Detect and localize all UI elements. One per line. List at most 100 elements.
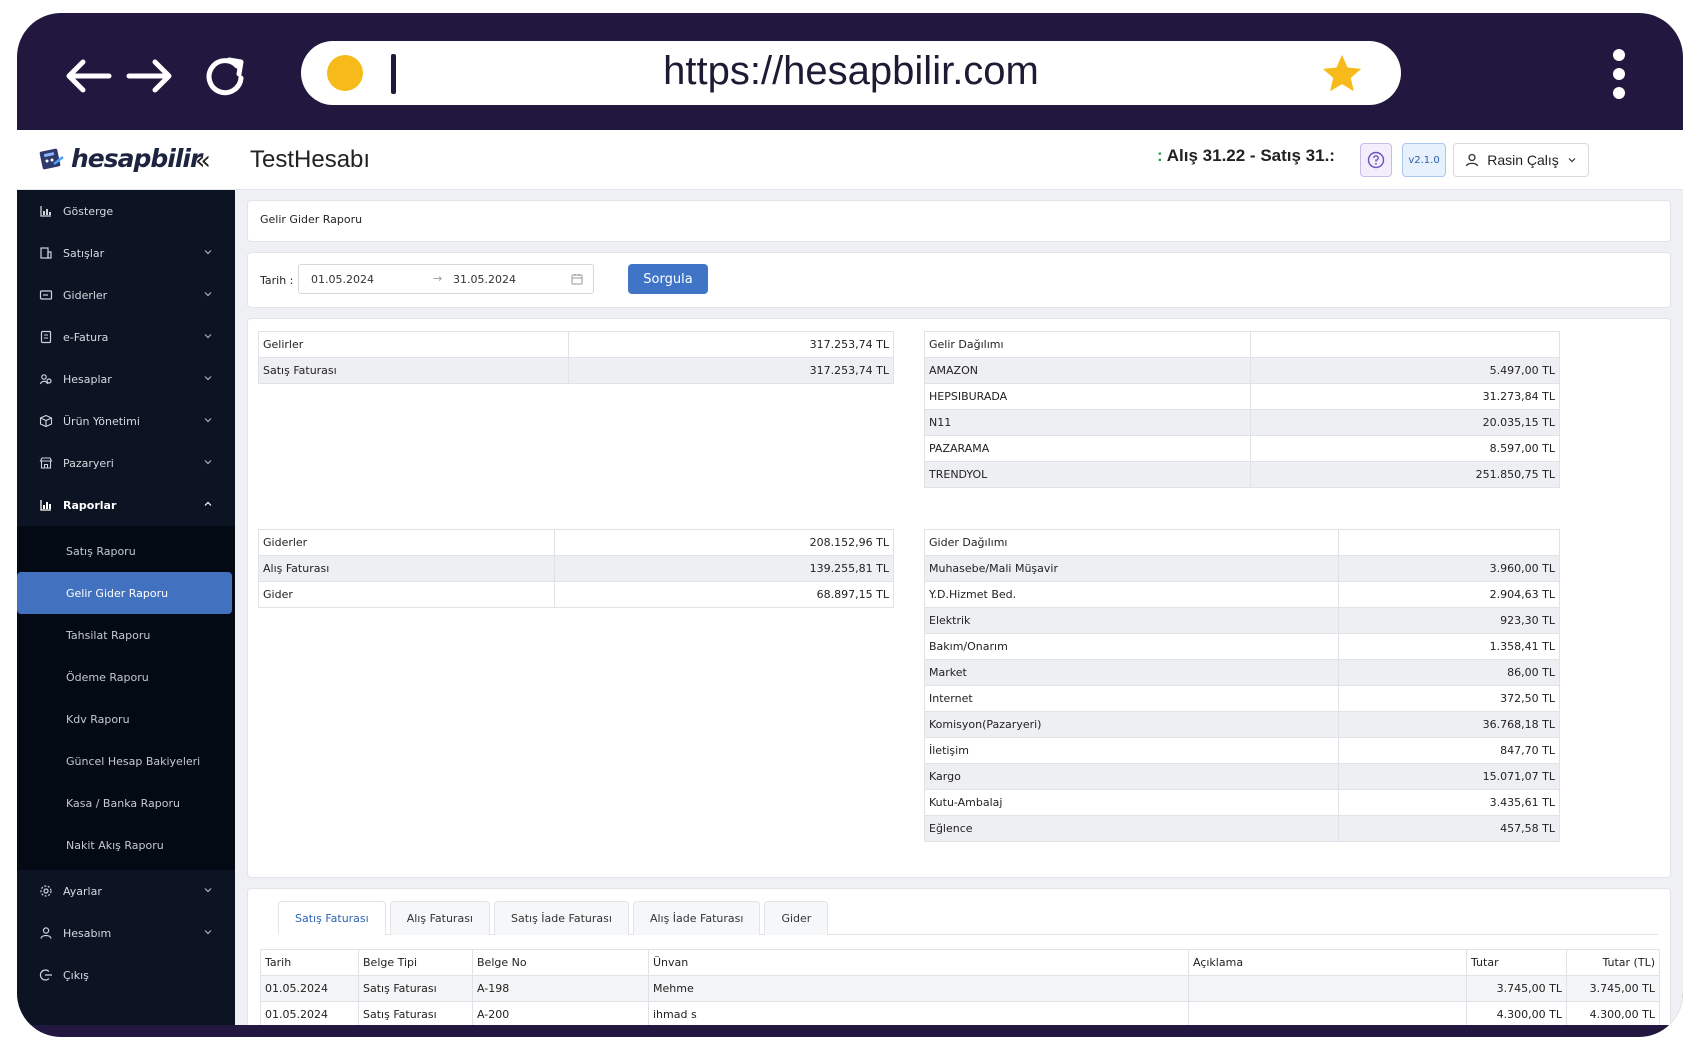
tab-gider[interactable]: Gider: [764, 901, 829, 935]
cell-amount: 4.300,00 TL: [1466, 1001, 1567, 1025]
submenu-tahsilat-raporu[interactable]: Tahsilat Raporu: [17, 614, 235, 656]
address-bar[interactable]: https://hesapbilir.com: [301, 41, 1401, 105]
date-arrow: →: [433, 272, 443, 285]
column-header[interactable]: Belge Tipi: [358, 949, 473, 976]
sidebar-item-label: Hesabım: [63, 926, 112, 940]
cell-doc-type: Satış Faturası: [358, 975, 473, 1002]
calendar-icon[interactable]: [571, 273, 583, 285]
url-text[interactable]: https://hesapbilir.com: [301, 49, 1401, 94]
income-value: 317.253,74 TL: [568, 331, 894, 358]
column-header[interactable]: Tutar: [1466, 949, 1567, 976]
sidebar-item-hesabim[interactable]: Hesabım: [17, 912, 235, 954]
sidebar-item-label: Çıkış: [63, 968, 89, 982]
table-header-row: Tarih Belge Tipi Belge No Ünvan Açıklama…: [260, 949, 1660, 976]
income-dist-label: Gelir Dağılımı: [924, 331, 1251, 358]
date-start[interactable]: 01.05.2024: [311, 273, 374, 286]
table-row: AMAZON 5.497,00 TL: [924, 357, 1560, 384]
reload-icon[interactable]: [195, 51, 255, 101]
sidebar: Gösterge Satışlar Giderler e-Fatura Hesa…: [17, 190, 235, 1025]
sidebar-item-satislar[interactable]: Satışlar: [17, 232, 235, 274]
sidebar-collapse-button[interactable]: «: [195, 146, 211, 176]
column-header[interactable]: Ünvan: [648, 949, 1189, 976]
expense-distribution-table: Gider Dağılımı Muhasebe/Mali Müşavir 3.96…: [924, 529, 1560, 842]
date-end[interactable]: 31.05.2024: [453, 273, 516, 286]
table-row: Elektrik 923,30 TL: [924, 607, 1560, 634]
expense-dist-label: Gider Dağılımı: [924, 529, 1339, 556]
table-row: Gelir Dağılımı: [924, 331, 1560, 358]
date-range-picker[interactable]: 01.05.2024 → 31.05.2024: [298, 264, 594, 294]
tab-satis-iade-faturasi[interactable]: Satış İade Faturası: [493, 901, 629, 935]
bookmark-star-icon[interactable]: [1319, 51, 1365, 97]
table-row: TRENDYOL 251.850,75 TL: [924, 461, 1560, 488]
submenu-guncel-hesap-bakiyeleri[interactable]: Güncel Hesap Bakiyeleri: [17, 740, 235, 782]
submenu-gelir-gider-raporu[interactable]: Gelir Gider Raporu: [17, 572, 232, 614]
sidebar-item-cikis[interactable]: Çıkış: [17, 954, 235, 996]
sidebar-item-label: Ayarlar: [63, 884, 102, 898]
table-row[interactable]: 01.05.2024 Satış Faturası A-198 Mehme 3.…: [260, 975, 1660, 1002]
app-logo[interactable]: hesapbilir: [39, 144, 202, 173]
back-arrow-icon[interactable]: [57, 51, 117, 101]
cell-title: Mehme: [648, 975, 1189, 1002]
income-dist-value: 8.597,00 TL: [1250, 435, 1560, 462]
tab-satis-faturasi[interactable]: Satış Faturası: [278, 901, 386, 935]
expense-label: Gider: [258, 581, 555, 608]
sidebar-item-urun-yonetimi[interactable]: Ürün Yönetimi: [17, 400, 235, 442]
submenu-nakit-akis-raporu[interactable]: Nakit Akış Raporu: [17, 824, 235, 866]
chevron-down-icon: [204, 418, 212, 423]
query-button[interactable]: Sorgula: [628, 264, 708, 294]
ticker-text: Alış 31.22 - Satış 31.:: [1166, 146, 1335, 165]
expense-label: Giderler: [258, 529, 555, 556]
expense-dist-value: 86,00 TL: [1338, 659, 1560, 686]
table-row: Satış Faturası 317.253,74 TL: [258, 357, 894, 384]
sidebar-item-label: e-Fatura: [63, 330, 109, 344]
help-button[interactable]: [1360, 143, 1392, 177]
table-row: İletişim 847,70 TL: [924, 737, 1560, 764]
forward-arrow-icon[interactable]: [121, 51, 181, 101]
table-row: PAZARAMA 8.597,00 TL: [924, 435, 1560, 462]
table-row: Gider Dağılımı: [924, 529, 1560, 556]
column-header[interactable]: Tutar (TL): [1566, 949, 1660, 976]
submenu-kasa-banka-raporu[interactable]: Kasa / Banka Raporu: [17, 782, 235, 824]
tab-alis-faturasi[interactable]: Alış Faturası: [389, 901, 490, 935]
sidebar-item-efatura[interactable]: e-Fatura: [17, 316, 235, 358]
column-header[interactable]: Belge No: [472, 949, 649, 976]
table-row[interactable]: 01.05.2024 Satış Faturası A-200 ihmad s …: [260, 1001, 1660, 1025]
table-row: Muhasebe/Mali Müşavir 3.960,00 TL: [924, 555, 1560, 582]
user-menu-button[interactable]: Rasin Çalış: [1453, 143, 1589, 177]
gear-icon: [40, 885, 52, 897]
income-label: Gelirler: [258, 331, 569, 358]
income-dist-label: AMAZON: [924, 357, 1251, 384]
cell-title: ihmad s: [648, 1001, 1189, 1025]
column-header[interactable]: Açıklama: [1188, 949, 1467, 976]
table-row: N11 20.035,15 TL: [924, 409, 1560, 436]
expense-dist-label: Market: [924, 659, 1339, 686]
sidebar-item-gosterge[interactable]: Gösterge: [17, 190, 235, 232]
cell-description: [1188, 1001, 1467, 1025]
expense-dist-label: Bakım/Onarım: [924, 633, 1339, 660]
sidebar-item-raporlar[interactable]: Raporlar: [17, 484, 235, 526]
chevron-down-icon: [204, 930, 212, 935]
tab-alis-iade-faturasi[interactable]: Alış İade Faturası: [632, 901, 761, 935]
chevron-down-icon: [204, 888, 212, 893]
sidebar-item-pazaryeri[interactable]: Pazaryeri: [17, 442, 235, 484]
user-name: Rasin Çalış: [1487, 152, 1559, 168]
expense-dist-value: 3.435,61 TL: [1338, 789, 1560, 816]
expense-dist-value: 36.768,18 TL: [1338, 711, 1560, 738]
currency-ticker: : Alış 31.22 - Satış 31.:: [1157, 146, 1347, 174]
table-row: Komisyon(Pazaryeri) 36.768,18 TL: [924, 711, 1560, 738]
cell-amount-tl: 3.745,00 TL: [1566, 975, 1660, 1002]
submenu-satis-raporu[interactable]: Satış Raporu: [17, 530, 235, 572]
browser-menu-icon[interactable]: [1611, 49, 1627, 99]
cell-amount-tl: 4.300,00 TL: [1566, 1001, 1660, 1025]
income-dist-label: TRENDYOL: [924, 461, 1251, 488]
submenu-kdv-raporu[interactable]: Kdv Raporu: [17, 698, 235, 740]
table-row: Alış Faturası 139.255,81 TL: [258, 555, 894, 582]
version-badge[interactable]: v2.1.0: [1402, 143, 1446, 177]
sidebar-item-giderler[interactable]: Giderler: [17, 274, 235, 316]
sales-icon: [40, 247, 52, 259]
submenu-odeme-raporu[interactable]: Ödeme Raporu: [17, 656, 235, 698]
chevron-down-icon: [204, 460, 212, 465]
sidebar-item-hesaplar[interactable]: Hesaplar: [17, 358, 235, 400]
sidebar-item-ayarlar[interactable]: Ayarlar: [17, 870, 235, 912]
column-header[interactable]: Tarih: [260, 949, 359, 976]
